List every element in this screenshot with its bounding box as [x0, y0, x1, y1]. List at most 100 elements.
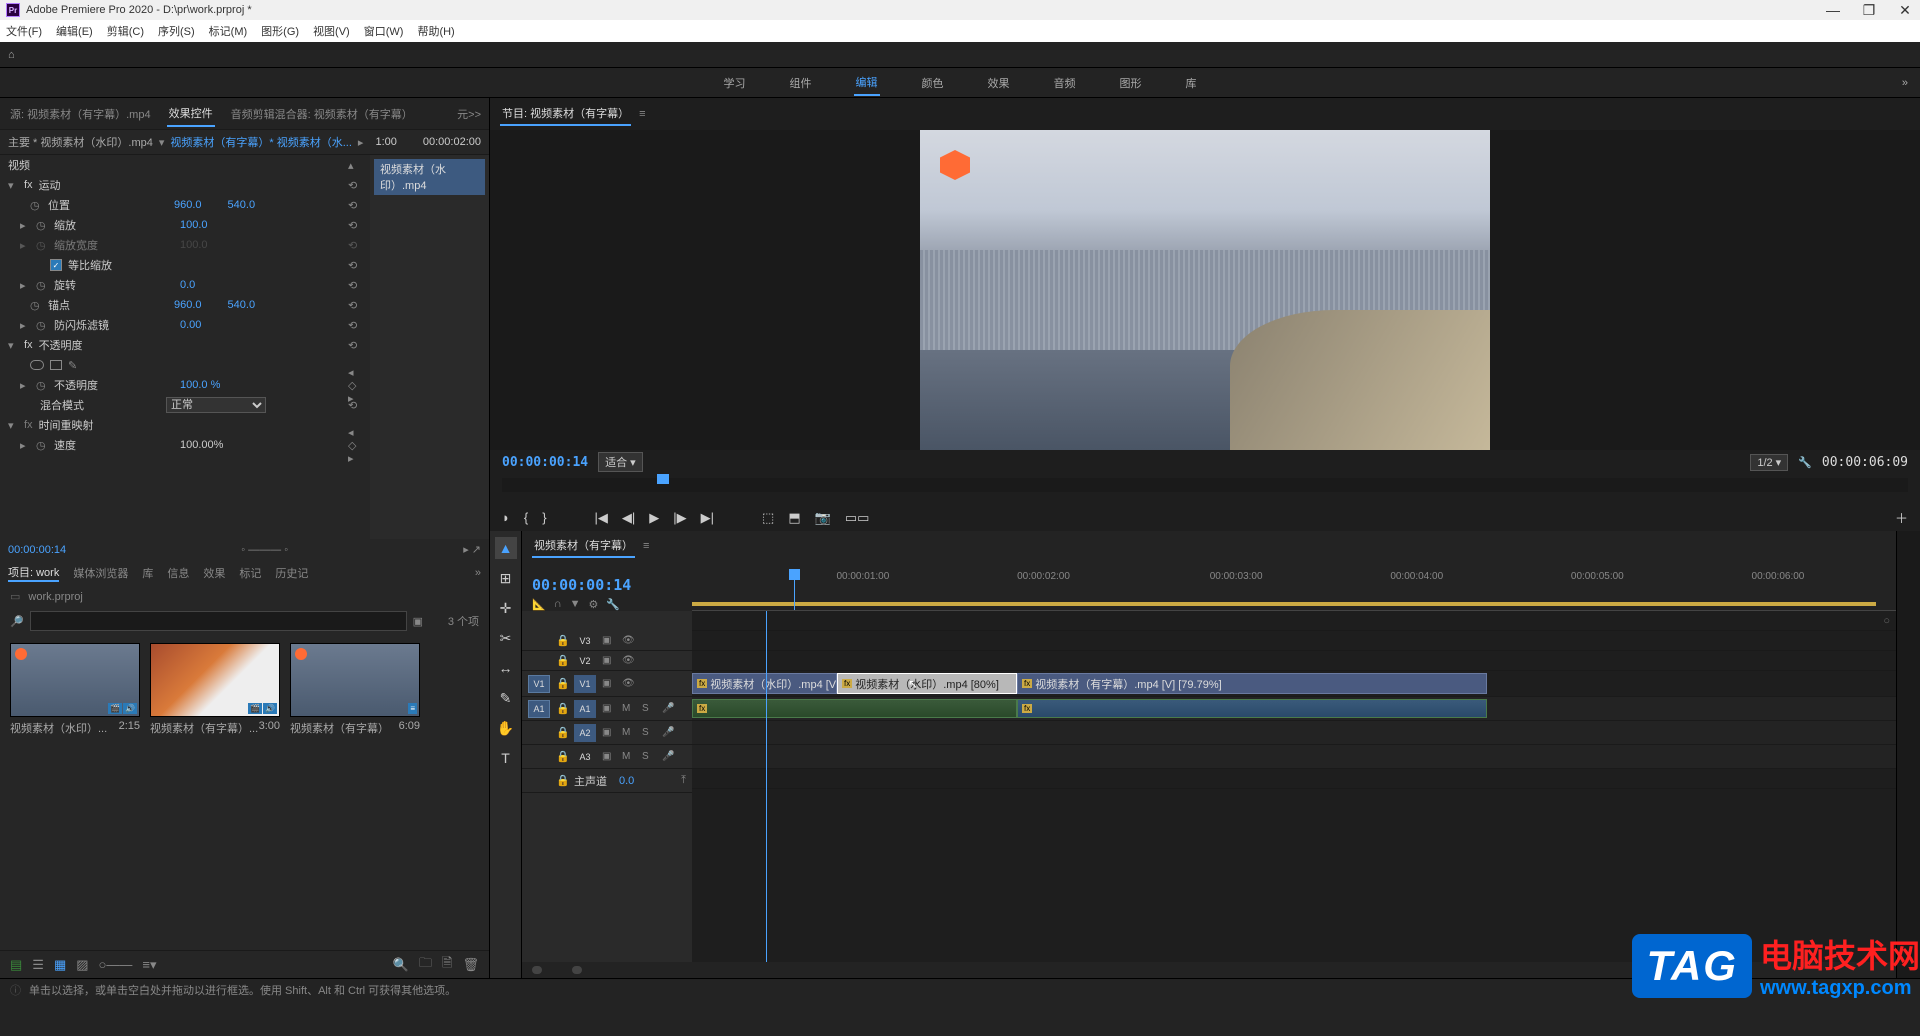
minimize-button[interactable]: —: [1824, 2, 1842, 19]
close-button[interactable]: ✕: [1896, 2, 1914, 19]
tab-effect-controls[interactable]: 效果控件: [167, 101, 215, 127]
reset-icon[interactable]: ⟲: [348, 199, 362, 212]
step-back-icon[interactable]: ◀|: [622, 510, 635, 526]
speed-value[interactable]: 100.00%: [180, 439, 223, 451]
stopwatch-icon[interactable]: ◷: [36, 219, 48, 232]
menu-file[interactable]: 文件(F): [6, 23, 42, 39]
selection-tool[interactable]: ▲: [495, 537, 517, 559]
new-bin-icon[interactable]: 🗀: [419, 954, 432, 976]
trash-icon[interactable]: 🗑: [462, 957, 479, 973]
eye-icon[interactable]: 👁: [622, 635, 636, 646]
workspace-assembly[interactable]: 组件: [788, 71, 814, 95]
collapse-icon[interactable]: ▾: [8, 339, 18, 352]
maximize-button[interactable]: ❐: [1860, 2, 1878, 19]
thumbnail[interactable]: 🎬🔊: [10, 643, 140, 717]
workspace-learn[interactable]: 学习: [722, 71, 748, 95]
mark-in-icon[interactable]: ◗: [502, 510, 510, 525]
home-icon[interactable]: ⌂: [8, 49, 15, 61]
video-clip-selected[interactable]: fx视频素材（水印）.mp4 [80%]↖: [837, 673, 1017, 694]
stopwatch-icon[interactable]: ◷: [36, 379, 48, 392]
go-prev-icon[interactable]: |◀: [595, 510, 608, 526]
panel-menu-icon[interactable]: ≡: [639, 108, 645, 120]
voice-icon[interactable]: 🎤: [662, 703, 676, 714]
playhead[interactable]: [794, 569, 795, 610]
tab-history[interactable]: 历史记: [275, 565, 308, 581]
stopwatch-icon[interactable]: ◷: [30, 199, 42, 212]
menu-graphics[interactable]: 图形(G): [261, 23, 299, 39]
expand-icon[interactable]: ▸: [20, 219, 30, 232]
bin-icon[interactable]: ▭: [10, 590, 20, 603]
eye-icon[interactable]: 👁: [622, 655, 636, 666]
section-toggle-icon[interactable]: ▴: [348, 159, 362, 172]
export-frame-icon[interactable]: 📷: [815, 510, 831, 526]
step-forward-icon[interactable]: |▶: [673, 510, 686, 526]
ec-crumb-link[interactable]: 视频素材（有字幕）* 视频素材（水...: [170, 134, 352, 150]
audio-clip[interactable]: fx: [692, 699, 1017, 718]
uniform-scale-checkbox[interactable]: ✓: [50, 259, 62, 271]
mark-out-icon[interactable]: {: [524, 510, 528, 525]
tab-media-browser[interactable]: 媒体浏览器: [73, 565, 128, 581]
source-v1[interactable]: V1: [528, 675, 550, 693]
track-v1-label[interactable]: V1: [574, 675, 596, 693]
project-item[interactable]: 🎬🔊 视频素材（有字幕）...3:00: [150, 643, 280, 739]
lock-icon[interactable]: 🔒: [556, 702, 568, 715]
resolution-dropdown[interactable]: 1/2 ▾: [1750, 454, 1788, 471]
panel-overflow[interactable]: 元>>: [457, 106, 481, 122]
workspace-overflow-icon[interactable]: »: [1902, 77, 1908, 89]
ec-zoom-handles[interactable]: ◦ ——— ◦: [241, 544, 288, 556]
workspace-library[interactable]: 库: [1184, 71, 1199, 95]
menu-window[interactable]: 窗口(W): [364, 23, 404, 39]
reset-icon[interactable]: ⟲: [348, 319, 362, 332]
position-x[interactable]: 960.0: [174, 199, 202, 211]
lock-icon[interactable]: 🔒: [556, 726, 568, 739]
slip-tool[interactable]: ↔: [495, 657, 517, 679]
find-icon[interactable]: 🔍: [393, 957, 409, 973]
reset-icon[interactable]: ⟲: [348, 339, 362, 352]
workspace-color[interactable]: 颜色: [920, 71, 946, 95]
workspace-graphics[interactable]: 图形: [1118, 71, 1144, 95]
solo-icon[interactable]: S: [642, 727, 656, 738]
bounce-icon[interactable]: ⤒: [681, 774, 686, 787]
position-y[interactable]: 540.0: [228, 199, 256, 211]
record-icon[interactable]: ▤: [10, 957, 22, 973]
panel-overflow-icon[interactable]: »: [475, 567, 481, 579]
playhead-icon[interactable]: [657, 474, 669, 484]
play-button[interactable]: ▶: [649, 510, 659, 526]
fx-icon[interactable]: fx: [24, 339, 33, 351]
lock-icon[interactable]: 🔒: [556, 654, 568, 667]
thumbnail[interactable]: 🎬🔊: [150, 643, 280, 717]
rotation-value[interactable]: 0.0: [180, 279, 195, 291]
scroll-handle[interactable]: ○: [1883, 615, 1890, 627]
track-v3-label[interactable]: V3: [574, 632, 596, 650]
ec-current-timecode[interactable]: 00:00:00:14: [8, 544, 66, 556]
audio-clip[interactable]: fx: [1017, 699, 1487, 718]
extract-icon[interactable]: ⬒: [788, 510, 800, 526]
expand-icon[interactable]: ▸: [20, 379, 30, 392]
ec-corner-icons[interactable]: ▸ ↗: [463, 543, 481, 556]
type-tool[interactable]: T: [495, 747, 517, 769]
reset-icon[interactable]: ⟲: [348, 399, 362, 412]
lock-icon[interactable]: 🔒: [556, 774, 568, 787]
marker-icon[interactable]: ▼: [570, 598, 581, 611]
razor-tool[interactable]: ✂: [495, 627, 517, 649]
program-canvas[interactable]: [490, 130, 1920, 450]
pen-mask-icon[interactable]: ✎: [68, 359, 77, 372]
rect-mask-icon[interactable]: [50, 360, 62, 370]
new-item-icon[interactable]: 🗎: [442, 954, 452, 976]
fx-icon[interactable]: fx: [24, 419, 33, 431]
voice-icon[interactable]: 🎤: [662, 727, 676, 738]
solo-icon[interactable]: S: [642, 751, 656, 762]
mute-icon[interactable]: M: [622, 703, 636, 714]
project-item[interactable]: ≡ 视频素材（有字幕）6:09: [290, 643, 420, 739]
stopwatch-icon[interactable]: ◷: [36, 319, 48, 332]
project-item[interactable]: 🎬🔊 视频素材（水印）...2:15: [10, 643, 140, 739]
chevron-down-icon[interactable]: ▾: [159, 136, 165, 149]
keyframe-nav[interactable]: ◂ ◇ ▸: [348, 426, 362, 465]
sequence-tab[interactable]: 视频素材（有字幕）: [532, 534, 635, 558]
program-scrubber[interactable]: [502, 478, 1908, 492]
workspace-effects[interactable]: 效果: [986, 71, 1012, 95]
master-volume[interactable]: 0.0: [619, 775, 634, 787]
anchor-x[interactable]: 960.0: [174, 299, 202, 311]
reset-icon[interactable]: ⟲: [348, 179, 362, 192]
tab-marks[interactable]: 标记: [239, 565, 261, 581]
